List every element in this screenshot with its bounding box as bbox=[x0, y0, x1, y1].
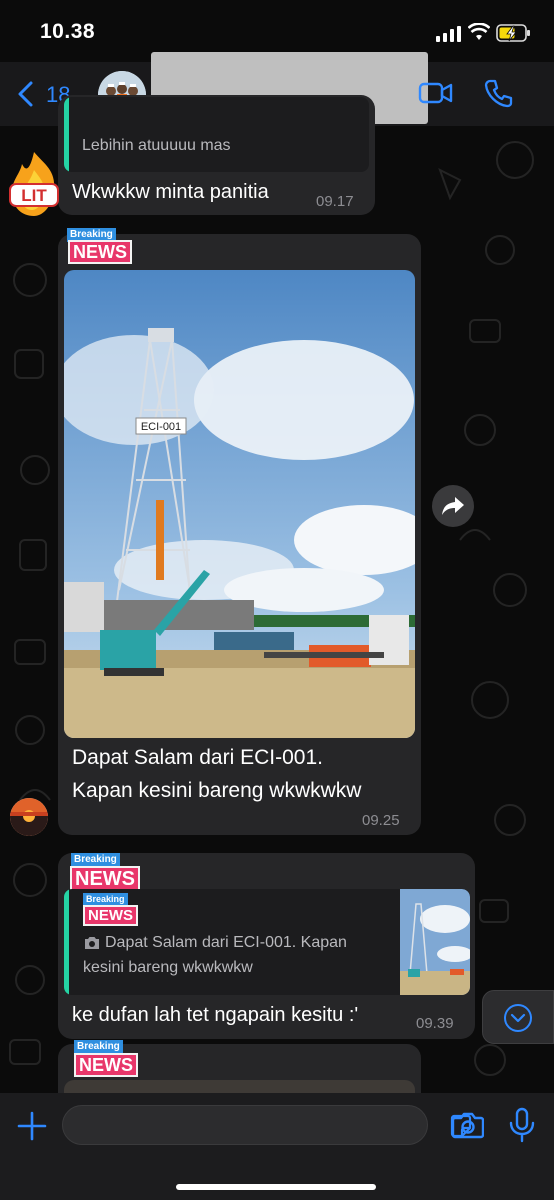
plus-icon[interactable] bbox=[17, 1111, 47, 1141]
back-chevron-icon[interactable] bbox=[14, 80, 36, 108]
sticker-label: LIT bbox=[21, 186, 47, 205]
news-tag: NEWS bbox=[74, 1053, 138, 1077]
phone-icon[interactable] bbox=[484, 78, 514, 108]
signal-icon bbox=[436, 26, 461, 42]
news-tag: NEWS bbox=[68, 240, 132, 264]
battery-charging-icon bbox=[496, 24, 530, 42]
message-time: 09.17 bbox=[316, 193, 354, 210]
breaking-tag: Breaking bbox=[71, 853, 120, 867]
sender-avatar[interactable] bbox=[10, 798, 48, 836]
message-time: 09.25 bbox=[362, 812, 400, 829]
caption-line-1: Dapat Salam dari ECI-001. bbox=[72, 746, 323, 769]
quoted-caption-line-1: Dapat Salam dari ECI-001. Kapan bbox=[105, 934, 347, 951]
caption-line-2: Kapan kesini bareng wkwkwkw bbox=[72, 779, 362, 802]
microphone-icon[interactable] bbox=[508, 1107, 536, 1143]
forward-button[interactable] bbox=[432, 485, 474, 527]
message-text: ke dufan lah tet ngapain kesitu :' bbox=[72, 1004, 359, 1026]
message-input[interactable] bbox=[62, 1105, 472, 1145]
message-text: Wkwkkw minta panitia bbox=[72, 181, 269, 203]
quote-bar bbox=[64, 889, 69, 995]
quoted-message[interactable]: Breaking NEWS Dapat Salam dari ECI-001. … bbox=[64, 889, 470, 995]
wifi-icon bbox=[468, 23, 490, 40]
status-time: 10.38 bbox=[40, 20, 96, 43]
quoted-photo-thumbnail bbox=[400, 889, 470, 995]
drilling-rig-photo[interactable]: ECI-001 bbox=[64, 270, 415, 738]
breaking-tag: Breaking bbox=[74, 1040, 123, 1054]
video-call-icon[interactable] bbox=[418, 80, 454, 106]
quoted-message[interactable]: Lebihin atuuuuu mas bbox=[64, 97, 369, 172]
camera-small-icon bbox=[85, 937, 99, 949]
chevron-down-icon bbox=[504, 1004, 532, 1032]
message-bubble-3[interactable]: Breaking NEWS Breaking NEWS Dapat Salam … bbox=[58, 853, 475, 1039]
message-bubble-1[interactable]: Lebihin atuuuuu mas Wkwkkw minta panitia… bbox=[58, 95, 375, 215]
lit-fire-sticker: LIT bbox=[4, 150, 64, 218]
quoted-caption-line-2: kesini bareng wkwkwkw bbox=[83, 959, 253, 976]
quote-news-tag: NEWS bbox=[83, 905, 138, 926]
rig-sign: ECI-001 bbox=[141, 421, 181, 433]
camera-icon[interactable] bbox=[452, 1111, 484, 1139]
forward-icon bbox=[442, 497, 464, 515]
home-indicator[interactable] bbox=[176, 1184, 376, 1190]
quote-breaking-tag: Breaking bbox=[83, 893, 128, 905]
message-input-bar bbox=[0, 1093, 554, 1200]
message-bubble-2[interactable]: Breaking NEWS ECI-001 Dapat Salam dari E… bbox=[58, 228, 421, 835]
message-time: 09.39 bbox=[416, 1015, 454, 1032]
scroll-to-bottom-button[interactable] bbox=[482, 990, 554, 1044]
quoted-text: Lebihin atuuuuu mas bbox=[82, 137, 231, 154]
quote-bar bbox=[64, 97, 69, 172]
